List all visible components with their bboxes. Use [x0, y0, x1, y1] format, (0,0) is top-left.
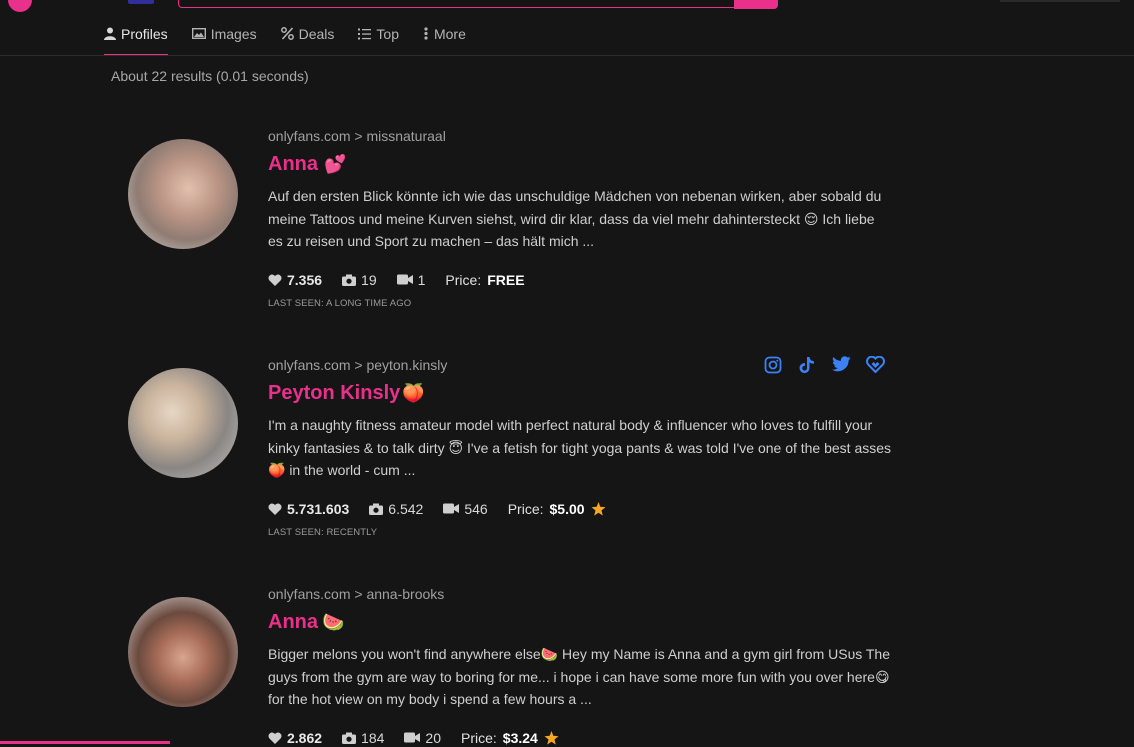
- photos-count: 184: [361, 729, 385, 746]
- social-links: [764, 355, 886, 376]
- header-right-area: [1000, 0, 1120, 2]
- price-label: Price:: [507, 500, 544, 517]
- camera-icon: [342, 732, 357, 744]
- profile-description: I'm a naughty fitness amateur model with…: [268, 417, 892, 478]
- heart-icon: [268, 274, 282, 286]
- name-emoji: 🍉: [322, 612, 345, 632]
- profile-name-link[interactable]: Anna 🍉: [268, 609, 898, 635]
- price: Price: $3.24: [461, 730, 559, 746]
- profile-name: Anna: [268, 611, 318, 633]
- videos-count: 1: [417, 271, 426, 288]
- videos-stat: 546: [443, 500, 488, 517]
- person-icon: [104, 27, 116, 40]
- price-label: Price:: [445, 271, 482, 288]
- profile-name: Peyton Kinsly: [268, 382, 401, 404]
- profile-name-link[interactable]: Peyton Kinsly 🍑: [268, 380, 898, 406]
- image-icon: [191, 28, 206, 39]
- tiktok-icon[interactable]: [798, 356, 818, 376]
- price-value: $3.24: [502, 729, 538, 746]
- profile-name: Anna: [268, 153, 318, 175]
- price-value: $5.00: [549, 500, 585, 517]
- tab-label: Deals: [298, 25, 335, 42]
- photos-stat: 184: [342, 730, 384, 746]
- photos-count: 19: [361, 271, 377, 288]
- avatar[interactable]: [128, 597, 238, 707]
- list-icon: [358, 28, 372, 39]
- heart-link-icon[interactable]: [866, 355, 886, 376]
- tab-label: Images: [210, 25, 257, 42]
- likes-stat: 7.356: [268, 272, 322, 288]
- heart-icon: [268, 503, 282, 515]
- profile-stats: 7.356 19 1 Price: FREE: [268, 271, 898, 289]
- tab-profiles[interactable]: Profiles: [104, 22, 168, 56]
- likes-count: 2.862: [287, 729, 323, 746]
- photos-count: 6.542: [388, 500, 424, 517]
- logo-badge: [128, 0, 154, 4]
- camera-icon: [369, 503, 384, 515]
- top-bar: [0, 0, 1134, 12]
- likes-stat: 2.862: [268, 730, 322, 746]
- last-seen: LAST SEEN: A LONG TIME AGO: [268, 297, 412, 309]
- instagram-icon[interactable]: [764, 356, 784, 376]
- tab-more[interactable]: More: [423, 22, 466, 54]
- video-icon: [396, 274, 413, 285]
- price-label: Price:: [460, 729, 497, 746]
- likes-stat: 5.731.603: [268, 501, 349, 517]
- photos-stat: 6.542: [369, 501, 423, 517]
- camera-icon: [342, 274, 357, 286]
- tab-label: Top: [376, 25, 399, 42]
- star-icon: [544, 730, 559, 745]
- videos-stat: 20: [404, 730, 441, 746]
- tab-top[interactable]: Top: [358, 22, 399, 54]
- likes-count: 7.356: [287, 271, 323, 288]
- tabs-divider: [0, 55, 1134, 56]
- search-input[interactable]: [178, 0, 776, 8]
- price: Price: FREE: [445, 272, 524, 288]
- videos-count: 546: [464, 500, 488, 517]
- name-emoji: 💕: [324, 154, 347, 174]
- likes-count: 5.731.603: [287, 500, 350, 517]
- video-icon: [443, 503, 460, 514]
- heart-icon: [268, 732, 282, 744]
- tab-deals[interactable]: Deals: [280, 22, 335, 54]
- videos-count: 20: [425, 729, 441, 746]
- tab-images[interactable]: Images: [191, 22, 257, 54]
- photos-stat: 19: [342, 272, 377, 288]
- results-count: About 22 results (0.01 seconds): [111, 68, 309, 84]
- percent-icon: [280, 27, 294, 40]
- profile-description: Bigger melons you won't find anywhere el…: [268, 646, 890, 707]
- profile-url[interactable]: onlyfans.com > anna-brooks: [268, 585, 898, 603]
- avatar[interactable]: [128, 139, 238, 249]
- logo[interactable]: [8, 0, 32, 12]
- search-tabs: Profiles Images Deals Top More: [104, 22, 490, 56]
- search-button[interactable]: [734, 0, 778, 9]
- profile-name-link[interactable]: Anna 💕: [268, 151, 898, 177]
- price-value: FREE: [487, 271, 525, 288]
- price: Price: $5.00: [508, 501, 606, 517]
- name-emoji: 🍑: [402, 383, 425, 403]
- videos-stat: 1: [396, 271, 426, 288]
- avatar[interactable]: [128, 368, 238, 478]
- last-seen: LAST SEEN: RECENTLY: [268, 526, 378, 538]
- tab-label: More: [433, 25, 466, 42]
- star-icon: [591, 501, 606, 516]
- vertical-dots-icon: [424, 27, 428, 40]
- profile-description: Auf den ersten Blick könnte ich wie das …: [268, 188, 882, 249]
- profile-url[interactable]: onlyfans.com > missnaturaal: [268, 127, 898, 145]
- profile-stats: 5.731.603 6.542 546 Price: $5.00: [268, 500, 898, 518]
- video-icon: [404, 732, 421, 743]
- tab-label: Profiles: [121, 25, 168, 42]
- twitter-icon[interactable]: [832, 356, 852, 376]
